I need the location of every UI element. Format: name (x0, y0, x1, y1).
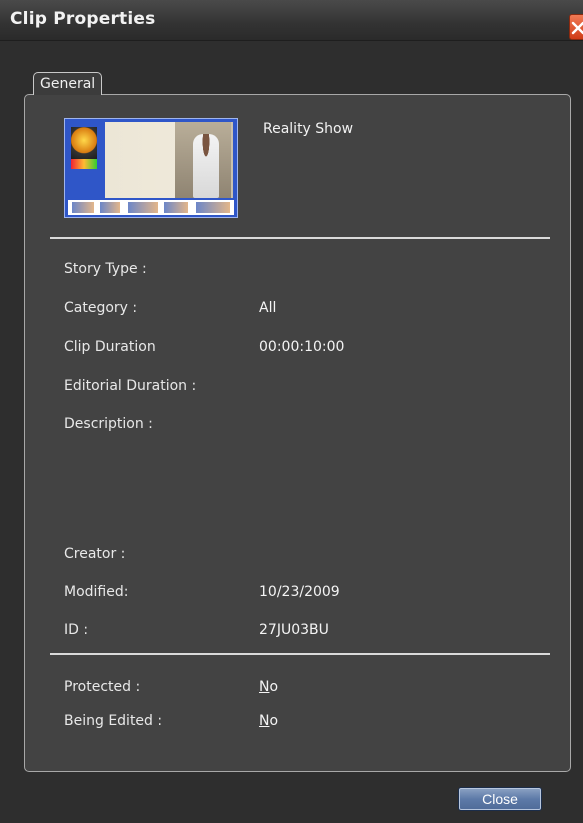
tab-general[interactable]: General (33, 72, 103, 95)
window-title: Clip Properties (10, 9, 156, 29)
category-value: All (259, 300, 277, 316)
protected-label: Protected : (64, 679, 141, 695)
window-close-button[interactable] (569, 14, 583, 40)
being-edited-label: Being Edited : (64, 713, 163, 729)
clip-thumbnail (64, 118, 238, 218)
being-edited-value: No (259, 713, 279, 729)
story-type-label: Story Type : (64, 261, 147, 277)
id-label: ID : (64, 622, 89, 638)
close-icon (571, 21, 583, 35)
id-value: 27JU03BU (259, 622, 329, 638)
modified-value: 10/23/2009 (259, 584, 340, 600)
divider-bottom (50, 653, 550, 655)
clip-duration-label: Clip Duration (64, 339, 156, 355)
protected-value: No (259, 679, 279, 695)
editorial-duration-label: Editorial Duration : (64, 378, 197, 394)
divider-top (50, 237, 550, 239)
description-label: Description : (64, 416, 153, 432)
modified-label: Modified: (64, 584, 129, 600)
creator-label: Creator : (64, 546, 126, 562)
clip-properties-window: Clip Properties General Reality Show Sto… (0, 0, 583, 823)
close-button[interactable]: Close (458, 787, 542, 811)
clip-duration-value: 00:00:10:00 (259, 339, 345, 355)
clip-name: Reality Show (263, 121, 354, 137)
title-bar[interactable]: Clip Properties (0, 0, 583, 41)
category-label: Category : (64, 300, 138, 316)
